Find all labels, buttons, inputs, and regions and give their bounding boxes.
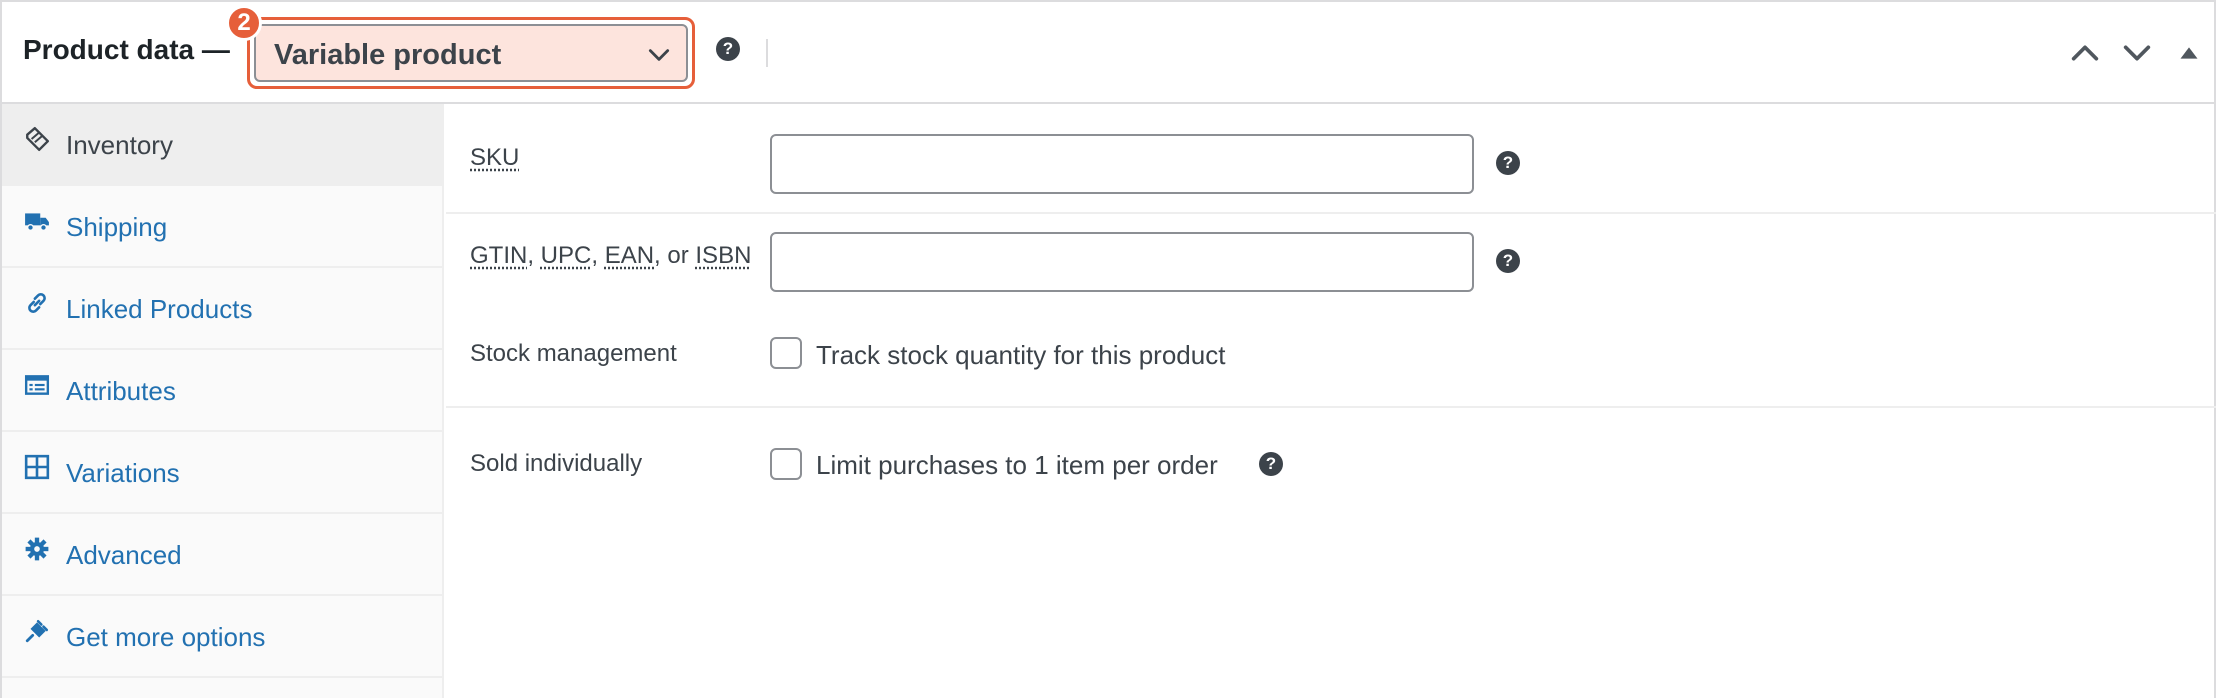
sold-individually-help-icon[interactable]: ? <box>1259 452 1283 476</box>
tab-label: Linked Products <box>66 294 253 324</box>
header-separator <box>766 39 768 67</box>
tab-label: Attributes <box>66 376 176 406</box>
isbn-abbr: ISBN <box>695 242 752 269</box>
tab-attributes[interactable]: Attributes <box>2 350 442 432</box>
ean-abbr: EAN <box>604 242 655 269</box>
gtin-input[interactable] <box>770 232 1474 292</box>
gtin-sep: , <box>591 242 605 269</box>
chevron-down-icon <box>648 49 670 61</box>
section-divider <box>446 212 2216 214</box>
upc-abbr: UPC <box>540 242 592 269</box>
product-type-select[interactable]: Variable product <box>254 24 688 82</box>
move-up-icon[interactable] <box>2068 36 2102 70</box>
tab-inventory[interactable]: Inventory <box>2 104 442 186</box>
inventory-panel: SKU ? GTIN, UPC, EAN, or ISBN ? Stock ma… <box>446 104 2216 698</box>
sku-input[interactable] <box>770 134 1474 194</box>
panel-header: Product data — Variable product 2 ? <box>2 2 2214 104</box>
tab-shipping[interactable]: Shipping <box>2 186 442 268</box>
sold-individually-checkbox-label[interactable]: Limit purchases to 1 item per order <box>816 450 1218 481</box>
tab-label: Inventory <box>66 130 173 160</box>
truck-icon <box>25 213 49 231</box>
product-type-highlight: Variable product <box>247 17 695 89</box>
tag-icon <box>26 126 50 152</box>
tab-get-more-options[interactable]: Get more options <box>2 596 442 678</box>
section-divider <box>446 406 2216 408</box>
sku-label: SKU <box>470 144 520 171</box>
gtin-help-icon[interactable]: ? <box>1496 249 1520 273</box>
sku-help-icon[interactable]: ? <box>1496 151 1520 175</box>
gtin-sep: , or <box>654 242 696 269</box>
grid-icon <box>24 454 50 480</box>
product-type-value: Variable product <box>274 39 502 71</box>
tab-variations[interactable]: Variations <box>2 432 442 514</box>
product-data-panel: Product data — Variable product 2 ? Inve… <box>0 0 2216 698</box>
track-stock-checkbox[interactable] <box>770 337 802 369</box>
link-icon <box>28 293 46 313</box>
collapse-toggle-icon[interactable] <box>2172 36 2206 70</box>
gtin-abbr: GTIN <box>470 242 528 269</box>
move-down-icon[interactable] <box>2120 36 2154 70</box>
sold-individually-checkbox[interactable] <box>770 448 802 480</box>
panel-title: Product data — <box>23 34 230 65</box>
plugin-icon <box>25 619 49 643</box>
tab-label: Advanced <box>66 540 182 570</box>
sold-individually-label: Sold individually <box>470 450 643 477</box>
list-card-icon <box>24 375 50 395</box>
tab-linked-products[interactable]: Linked Products <box>2 268 442 350</box>
gtin-label: GTIN, UPC, EAN, or ISBN <box>470 242 751 270</box>
tab-label: Get more options <box>66 622 266 652</box>
stock-management-label: Stock management <box>470 340 677 367</box>
tab-advanced[interactable]: Advanced <box>2 514 442 596</box>
product-data-tabs: Inventory Shipping Linked Products Attri… <box>2 104 444 698</box>
help-icon[interactable]: ? <box>716 37 740 61</box>
tab-label: Variations <box>66 458 180 488</box>
tab-label: Shipping <box>66 212 168 242</box>
track-stock-label[interactable]: Track stock quantity for this product <box>816 340 1225 371</box>
gear-icon <box>25 537 49 561</box>
step-badge: 2 <box>226 5 262 41</box>
gtin-sep: , <box>527 242 541 269</box>
